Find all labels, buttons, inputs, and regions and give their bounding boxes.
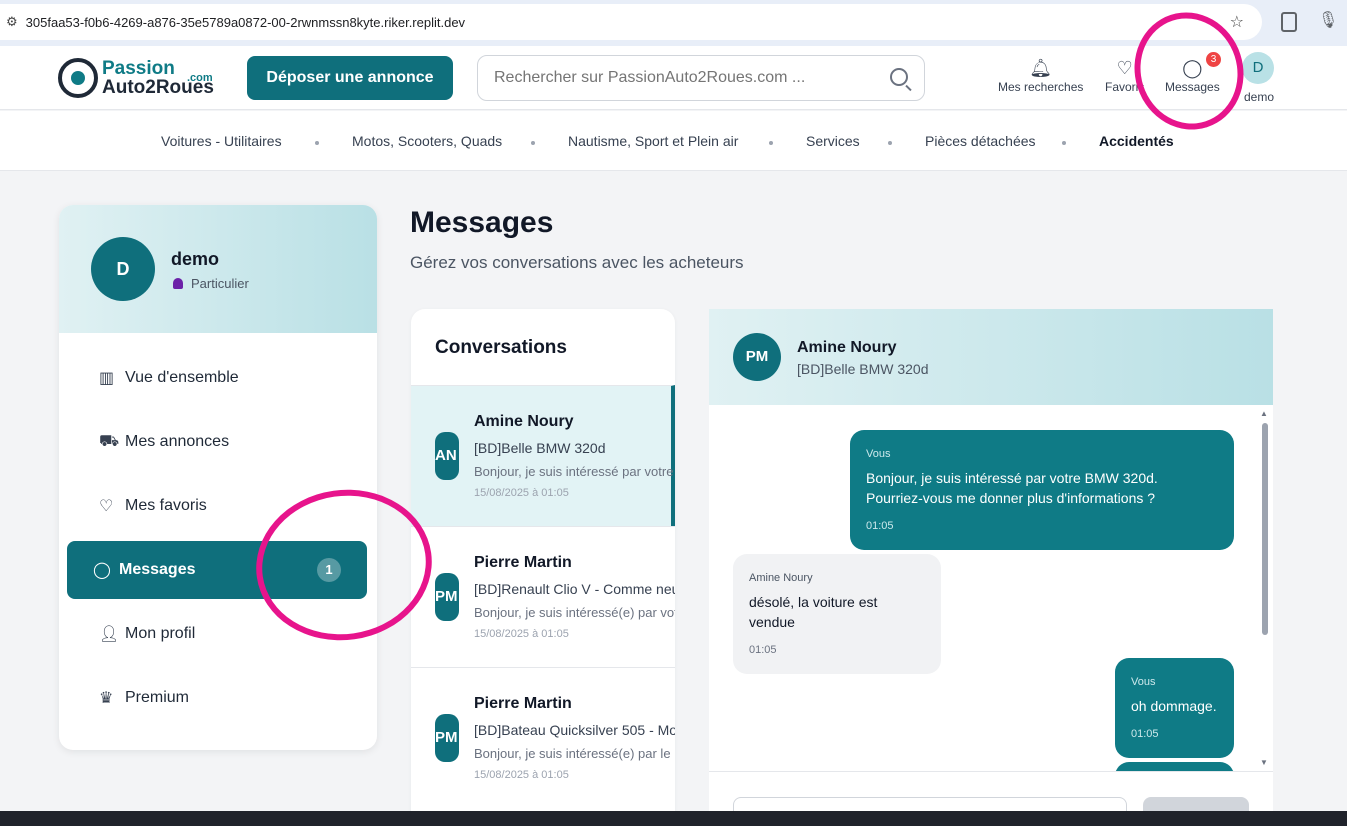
message-bubble-received: Amine Noury désolé, la voiture est vendu… bbox=[733, 554, 941, 674]
sidebar-item-label: Mon profil bbox=[125, 625, 196, 642]
conversation-avatar: PM bbox=[435, 573, 459, 621]
os-taskbar bbox=[0, 811, 1347, 826]
search-box[interactable] bbox=[477, 55, 925, 101]
scroll-down-arrow-icon[interactable]: ▼ bbox=[1260, 758, 1268, 767]
chat-listing: [BD]Belle BMW 320d bbox=[797, 361, 929, 377]
scroll-up-arrow-icon[interactable]: ▲ bbox=[1260, 409, 1268, 418]
chat-avatar: PM bbox=[733, 333, 781, 381]
url-text[interactable]: 305faa53-f0b6-4269-a876-35e5789a0872-00-… bbox=[26, 15, 465, 30]
conversation-time: 15/08/2025 à 01:05 bbox=[474, 487, 569, 499]
account-type: Particulier bbox=[173, 276, 249, 291]
sidebar-item-premium[interactable]: ♛ Premium bbox=[67, 669, 367, 727]
message-time: 01:05 bbox=[749, 644, 777, 656]
chat-contact-name: Amine Noury bbox=[797, 339, 897, 356]
chat-header: PM Amine Noury [BD]Belle BMW 320d bbox=[709, 309, 1273, 405]
person-icon bbox=[173, 278, 183, 289]
conversation-time: 15/08/2025 à 01:05 bbox=[474, 628, 569, 640]
separator-dot bbox=[531, 141, 535, 145]
chat-scrollbar[interactable] bbox=[1262, 423, 1268, 635]
user-menu-label[interactable]: demo bbox=[1244, 90, 1274, 104]
sidebar-item-label: Mes favoris bbox=[125, 497, 207, 514]
post-listing-button[interactable]: Déposer une annonce bbox=[247, 56, 453, 100]
message-bubble-sent: Vous Bonjour, je suis intéressé par votr… bbox=[850, 430, 1234, 550]
message-sender: Vous bbox=[866, 448, 891, 460]
logo-text-com: .com bbox=[187, 72, 213, 84]
sidebar-item-label: Messages bbox=[119, 561, 196, 578]
chat-panel: PM Amine Noury [BD]Belle BMW 320d Vous B… bbox=[709, 309, 1273, 826]
message-bubble-sent: Vous oh dommage. 01:05 bbox=[1115, 658, 1234, 758]
conversation-name: Pierre Martin bbox=[474, 554, 572, 571]
bell-icon: 🔔︎ bbox=[1029, 58, 1053, 78]
conversation-avatar: PM bbox=[435, 714, 459, 762]
conversation-item[interactable]: PM Pierre Martin [BD]Renault Clio V - Co… bbox=[411, 526, 675, 667]
conversation-name: Amine Noury bbox=[474, 413, 574, 430]
bar-chart-icon: ▥ bbox=[99, 370, 115, 387]
conversation-preview: Bonjour, je suis intéressé(e) par le bbox=[474, 746, 671, 761]
saved-searches-label: Mes recherches bbox=[998, 80, 1084, 94]
message-text: oh dommage. bbox=[1131, 698, 1217, 714]
category-services[interactable]: Services bbox=[806, 133, 860, 149]
sidebar-item-listings[interactable]: ⛟ Mes annonces bbox=[67, 413, 367, 471]
logo-wheel-icon bbox=[58, 58, 98, 98]
address-bar[interactable]: ⚙ 305faa53-f0b6-4269-a876-35e5789a0872-0… bbox=[0, 4, 1262, 40]
account-type-label: Particulier bbox=[191, 276, 249, 291]
page-title: Messages bbox=[410, 206, 554, 239]
bookmark-star-icon[interactable]: ☆ bbox=[1230, 12, 1244, 32]
conversation-item[interactable]: AN Amine Noury [BD]Belle BMW 320d Bonjou… bbox=[411, 385, 675, 526]
microphone-icon[interactable]: 🎙 bbox=[1318, 10, 1338, 30]
sidebar-item-label: Premium bbox=[125, 689, 190, 706]
search-input[interactable] bbox=[494, 69, 874, 87]
profile-avatar: D bbox=[91, 237, 155, 301]
sidebar-item-label: Vue d'ensemble bbox=[125, 369, 239, 386]
category-nav: Voitures - Utilitaires Motos, Scooters, … bbox=[0, 111, 1347, 171]
conversations-title: Conversations bbox=[435, 337, 567, 358]
conversation-item[interactable]: PM Pierre Martin [BD]Bateau Quicksilver … bbox=[411, 667, 675, 808]
sidebar-item-label: Mes annonces bbox=[125, 433, 230, 450]
message-text: Bonjour, je suis intéressé par votre BMW… bbox=[866, 470, 1158, 506]
conversations-panel: Conversations AN Amine Noury [BD]Belle B… bbox=[411, 309, 675, 826]
profile-name: demo bbox=[171, 249, 220, 269]
category-parts[interactable]: Pièces détachées bbox=[925, 133, 1036, 149]
message-time: 01:05 bbox=[1131, 728, 1159, 740]
separator-dot bbox=[315, 141, 319, 145]
search-icon[interactable] bbox=[890, 68, 908, 86]
saved-searches-link[interactable]: 🔔︎ Mes recherches bbox=[998, 56, 1083, 94]
conversation-listing: [BD]Belle BMW 320d bbox=[474, 440, 606, 456]
chat-icon: ◯ bbox=[93, 562, 111, 579]
conversation-listing: [BD]Renault Clio V - Comme neuve bbox=[474, 581, 675, 597]
user-icon: 👤︎ bbox=[99, 626, 120, 643]
site-logo[interactable]: Passion Auto2Roues .com bbox=[58, 58, 214, 98]
conversation-preview: Bonjour, je suis intéressé(e) par votre bbox=[474, 605, 675, 620]
message-sender: Vous bbox=[1131, 676, 1156, 688]
dashboard-sidebar: D demo Particulier ▥ Vue d'ensemble ⛟ Me… bbox=[59, 205, 377, 750]
extension-icon[interactable] bbox=[1281, 12, 1297, 32]
category-cars[interactable]: Voitures - Utilitaires bbox=[161, 133, 282, 149]
heart-icon: ♡ bbox=[99, 498, 114, 515]
page-subtitle: Gérez vos conversations avec les acheteu… bbox=[410, 253, 744, 272]
category-nautisme[interactable]: Nautisme, Sport et Plein air bbox=[568, 133, 738, 149]
sidebar-item-overview[interactable]: ▥ Vue d'ensemble bbox=[67, 349, 367, 407]
site-info-icon[interactable]: ⚙ bbox=[6, 14, 18, 30]
user-avatar[interactable]: D bbox=[1242, 52, 1274, 84]
separator-dot bbox=[769, 141, 773, 145]
crown-icon: ♛ bbox=[99, 690, 114, 707]
separator-dot bbox=[888, 141, 892, 145]
conversation-preview: Bonjour, je suis intéressé par votre bbox=[474, 464, 674, 479]
conversation-listing: [BD]Bateau Quicksilver 505 - Moteur bbox=[474, 722, 675, 738]
conversation-avatar: AN bbox=[435, 432, 459, 480]
category-damaged[interactable]: Accidentés bbox=[1099, 133, 1174, 149]
conversation-name: Pierre Martin bbox=[474, 695, 572, 712]
message-sender: Amine Noury bbox=[749, 572, 813, 584]
conversation-time: 15/08/2025 à 01:05 bbox=[474, 769, 569, 781]
separator-dot bbox=[1062, 141, 1066, 145]
category-motos[interactable]: Motos, Scooters, Quads bbox=[352, 133, 502, 149]
car-icon: ⛟ bbox=[99, 433, 120, 450]
message-time: 01:05 bbox=[866, 520, 894, 532]
message-text: désolé, la voiture est vendue bbox=[749, 594, 878, 630]
